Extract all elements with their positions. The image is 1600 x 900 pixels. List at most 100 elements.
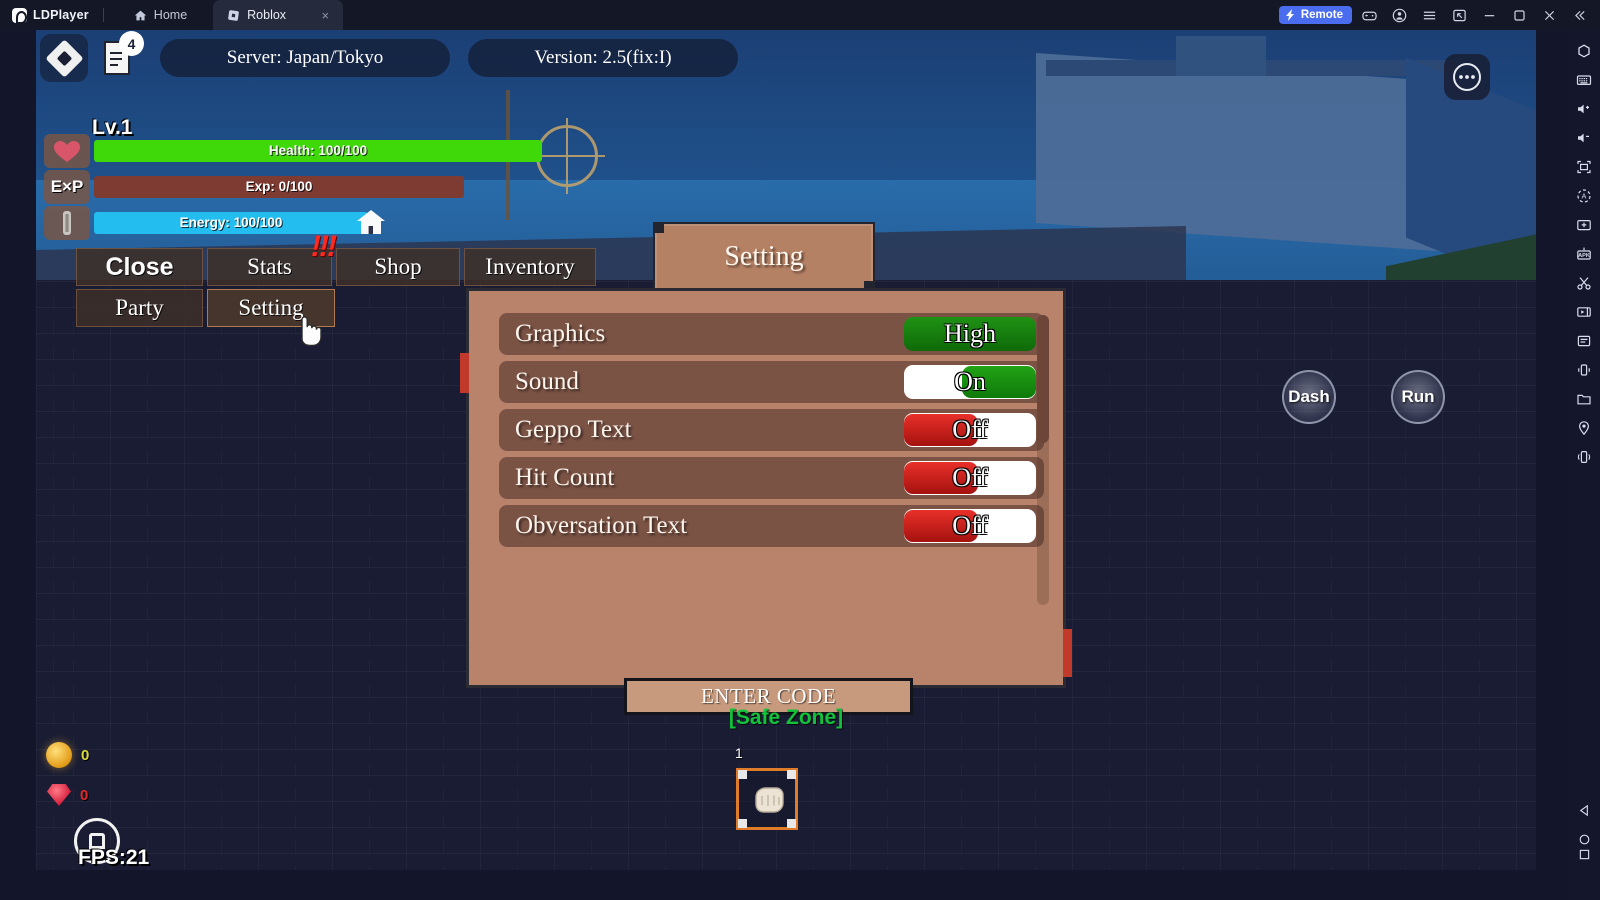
account-icon[interactable] (1386, 4, 1412, 26)
tab-roblox[interactable]: Roblox × (213, 0, 344, 30)
tool-sidebar: A APK (1568, 30, 1600, 900)
coin-icon (46, 742, 72, 768)
graphics-value-button[interactable]: High (904, 317, 1036, 351)
energy-bar-label: Energy: 100/100 (179, 215, 283, 230)
setting-label-graphics: Graphics (515, 320, 606, 347)
back-icon[interactable] (1569, 796, 1599, 825)
coin-count: 0 (81, 746, 90, 764)
fps-indicator: FPS:21 (74, 818, 149, 869)
titlebar-controls: Remote (1278, 4, 1600, 26)
gem-counter: 0 (47, 784, 88, 806)
tab-home[interactable]: Home (120, 0, 213, 30)
menu-button-party[interactable]: Party (76, 289, 203, 327)
ellipsis-icon[interactable] (1444, 54, 1490, 100)
setting-label-hit-count: Hit Count (515, 464, 615, 491)
dialog-tab-left (460, 353, 469, 393)
geppo-text-toggle[interactable]: Off (904, 413, 1036, 447)
pointer-hand-icon (294, 313, 322, 347)
quest-log-icon[interactable]: 4 (94, 31, 144, 81)
titlebar-divider (102, 8, 104, 22)
ldplayer-window: LDPlayer Home Roblox × Remote A APK 4 Se… (0, 0, 1600, 900)
fps-label: FPS:21 (78, 846, 150, 869)
game-viewport[interactable]: 4 Server: Japan/Tokyo Version: 2.5(fix:I… (36, 30, 1536, 870)
remote-button[interactable]: Remote (1278, 6, 1352, 24)
screenshot-icon[interactable] (1569, 210, 1599, 239)
ldplayer-logo-icon (12, 7, 27, 24)
coin-counter: 0 (46, 742, 89, 768)
menu-button-close[interactable]: Close (76, 248, 203, 286)
game-menu-row-1: Close Stats Shop Inventory (76, 248, 616, 286)
window-close-icon[interactable] (1536, 4, 1562, 26)
alert-marks: !!! (311, 230, 337, 263)
roblox-icon (227, 9, 240, 22)
obversation-text-toggle[interactable]: Off (904, 509, 1036, 543)
titlebar: LDPlayer Home Roblox × Remote (0, 0, 1600, 30)
quest-count: 4 (119, 31, 144, 56)
multi-instance-icon[interactable] (1446, 4, 1472, 26)
brand: LDPlayer (0, 7, 99, 24)
keyboard-icon[interactable] (1569, 65, 1599, 94)
health-bar: Health: 100/100 (94, 140, 542, 162)
svg-text:APK: APK (1578, 253, 1590, 259)
video-record-icon[interactable] (1569, 297, 1599, 326)
volume-up-icon[interactable] (1569, 94, 1599, 123)
location-icon[interactable] (1569, 413, 1599, 442)
setting-row-geppo-text[interactable]: Geppo Text Off (499, 409, 1044, 451)
brand-label: LDPlayer (33, 8, 89, 22)
setting-title-label: Setting (724, 241, 804, 272)
energy-icon (44, 206, 90, 240)
tab-roblox-label: Roblox (247, 8, 287, 22)
hit-count-toggle[interactable]: Off (904, 461, 1036, 495)
volume-down-icon[interactable] (1569, 123, 1599, 152)
exp-icon: E×P (44, 170, 90, 204)
graphics-value: High (944, 319, 996, 348)
recents-icon[interactable] (1569, 849, 1599, 900)
sound-toggle-value: On (954, 367, 986, 396)
run-button-label: Run (1401, 387, 1435, 406)
virtual-device-icon[interactable] (1569, 442, 1599, 471)
roblox-logo-icon[interactable] (40, 34, 88, 82)
tab-home-label: Home (153, 8, 188, 22)
menu-button-shop[interactable]: Shop (336, 248, 460, 286)
hotbar-slot-1[interactable]: 1 (735, 745, 798, 830)
ship-hull (1036, 52, 1466, 254)
setting-label-sound: Sound (515, 368, 579, 395)
dash-button[interactable]: Dash (1282, 370, 1336, 424)
setting-dialog: Graphics High Sound On Geppo Text Off Hi… (460, 288, 1072, 688)
heart-icon (44, 134, 90, 168)
health-bar-label: Health: 100/100 (268, 143, 368, 158)
menu-button-inventory[interactable]: Inventory (464, 248, 596, 286)
script-icon[interactable] (1569, 326, 1599, 355)
maximize-icon[interactable] (1506, 4, 1532, 26)
minimize-icon[interactable] (1476, 4, 1502, 26)
setting-row-sound[interactable]: Sound On (499, 361, 1044, 403)
setting-scrollbar[interactable] (1037, 315, 1049, 605)
shake-icon[interactable] (1569, 355, 1599, 384)
auto-rotate-icon[interactable]: A (1569, 181, 1599, 210)
folder-icon[interactable] (1569, 384, 1599, 413)
version-label: Version: 2.5(fix:I) (468, 39, 738, 77)
hit-count-toggle-value: Off (952, 463, 988, 492)
ship-cabin (1176, 36, 1266, 76)
setting-dialog-title: Setting (653, 222, 875, 292)
apk-install-icon[interactable]: APK (1569, 239, 1599, 268)
setting-row-graphics[interactable]: Graphics High (499, 313, 1044, 355)
gem-count: 0 (80, 786, 89, 804)
setting-row-obversation-text[interactable]: Obversation Text Off (499, 505, 1044, 547)
remote-label: Remote (1300, 9, 1343, 21)
close-icon[interactable]: × (300, 8, 330, 23)
fullscreen-hex-icon[interactable] (1569, 36, 1599, 65)
zone-label: [Safe Zone] (728, 706, 844, 729)
run-button[interactable]: Run (1391, 370, 1445, 424)
setting-scrollbar-thumb[interactable] (1037, 315, 1049, 443)
dash-button-label: Dash (1288, 387, 1330, 406)
game-topbar: 4 Server: Japan/Tokyo Version: 2.5(fix:I… (40, 31, 738, 82)
menu-icon[interactable] (1416, 4, 1442, 26)
scissors-icon[interactable] (1569, 268, 1599, 297)
resize-icon[interactable] (1569, 152, 1599, 181)
setting-row-hit-count[interactable]: Hit Count Off (499, 457, 1044, 499)
gamepad-icon[interactable] (1356, 4, 1382, 26)
collapse-icon[interactable] (1566, 4, 1592, 26)
home-icon (134, 9, 147, 22)
sound-toggle[interactable]: On (904, 365, 1036, 399)
